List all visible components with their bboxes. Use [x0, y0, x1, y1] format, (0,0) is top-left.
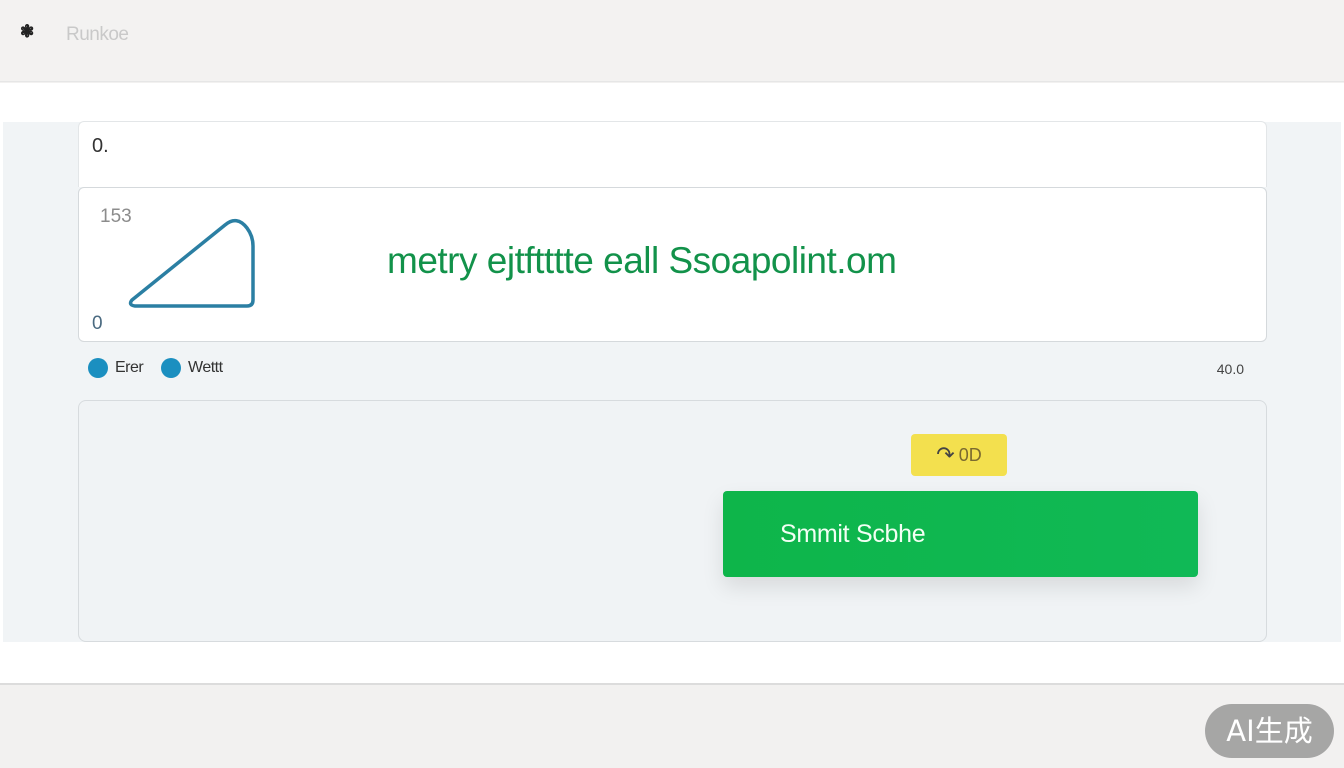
legend-label: Erer: [115, 359, 144, 376]
app-title: Runkoe: [66, 24, 129, 45]
legend-item[interactable]: Erer: [88, 357, 144, 379]
status-badge[interactable]: ↷ 0D: [911, 434, 1007, 476]
app-logo-icon[interactable]: ❃: [20, 22, 40, 42]
value-input-row[interactable]: 0.: [78, 121, 1267, 187]
chart-card: 153 0 metry ejtftttte eall Ssoapolint.om: [78, 187, 1267, 342]
value-input[interactable]: 0.: [92, 135, 109, 158]
submit-button[interactable]: Smmit Scbhe: [723, 491, 1198, 577]
legend: Erer Wettt 40.0: [78, 355, 1267, 383]
refresh-arrow-icon: ↷: [936, 442, 955, 467]
legend-item[interactable]: Wettt: [161, 357, 223, 379]
ai-generated-watermark: AI生成: [1205, 704, 1334, 758]
badge-label: 0D: [958, 444, 982, 465]
legend-right-value: 40.0: [1216, 361, 1244, 377]
top-bar: ❃ Runkoe: [0, 0, 1344, 82]
series-line: [128, 218, 255, 308]
legend-dot-icon: [161, 358, 181, 378]
legend-dot-icon: [88, 358, 108, 378]
chart-headline: metry ejtftttte eall Ssoapolint.om: [387, 240, 897, 281]
legend-label: Wettt: [188, 359, 223, 376]
action-card: ↷ 0D Smmit Scbhe: [78, 400, 1267, 642]
